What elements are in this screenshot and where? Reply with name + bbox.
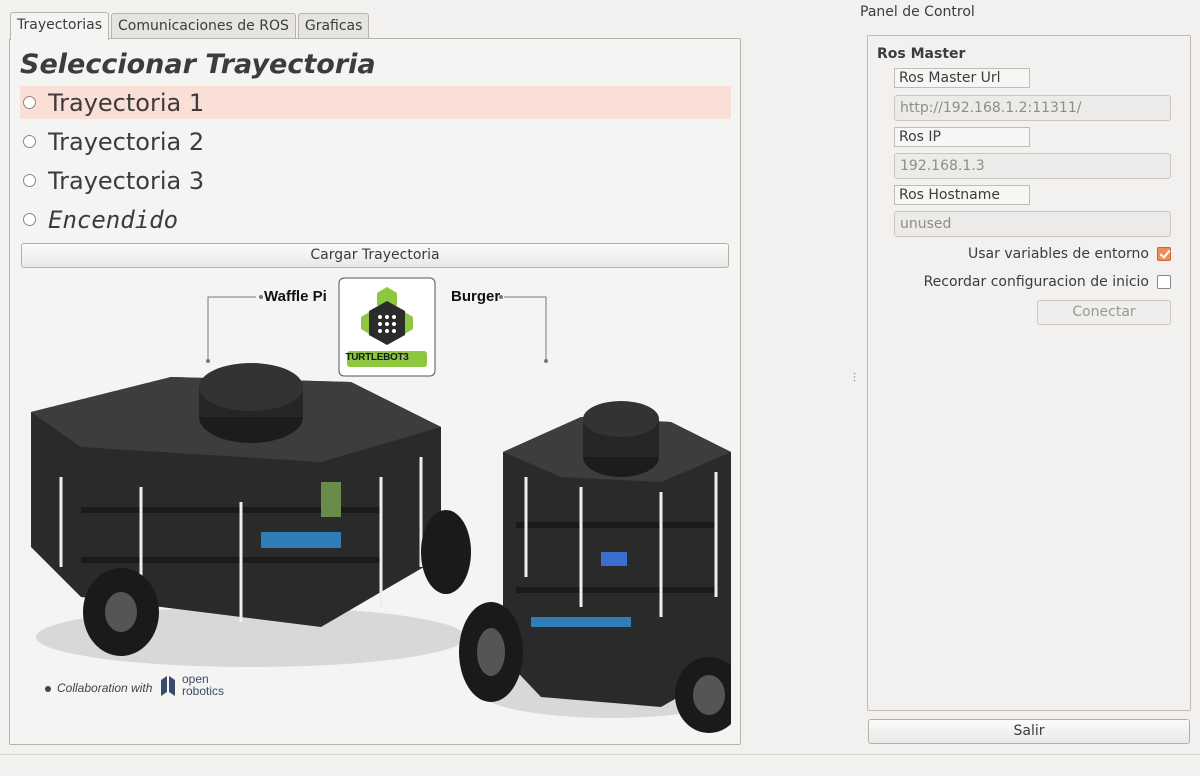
radio-button[interactable]	[23, 213, 36, 226]
radio-trayectoria-3[interactable]: Trayectoria 3	[20, 164, 731, 197]
radio-label: Trayectoria 2	[48, 127, 205, 156]
master-url-label: Ros Master Url	[894, 68, 1030, 88]
hostname-field[interactable]: unused	[894, 211, 1171, 237]
tab-bar: Trayectorias Comunicaciones de ROS Grafi…	[10, 12, 371, 40]
use-env-row[interactable]: Usar variables de entorno	[968, 244, 1171, 264]
panel-title: Panel de Control	[860, 4, 975, 20]
radio-button[interactable]	[23, 135, 36, 148]
page-title: Seleccionar Trayectoria	[20, 49, 376, 80]
radio-label: Trayectoria 1	[48, 88, 205, 117]
burger-label: Burger	[451, 288, 501, 305]
cargar-trayectoria-button[interactable]: Cargar Trayectoria	[21, 243, 729, 268]
trayectorias-panel: Seleccionar Trayectoria Trayectoria 1 Tr…	[9, 38, 743, 745]
tab-graficas[interactable]: Graficas	[297, 13, 370, 40]
radio-trayectoria-1[interactable]: Trayectoria 1	[20, 86, 731, 119]
radio-label: Encendido	[48, 205, 179, 234]
remember-row[interactable]: Recordar configuracion de inicio	[924, 272, 1171, 292]
open-robotics-text: open robotics	[182, 673, 224, 697]
use-env-checkbox[interactable]	[1157, 247, 1171, 261]
open-robotics-bottom: robotics	[182, 684, 225, 698]
tab-comunicaciones-ros[interactable]: Comunicaciones de ROS	[111, 13, 296, 40]
hostname-label: Ros Hostname	[894, 185, 1030, 205]
master-url-field[interactable]: http://192.168.1.2:11311/	[894, 95, 1171, 121]
waffle-pi-label: Waffle Pi	[264, 288, 327, 305]
use-env-label: Usar variables de entorno	[968, 246, 1149, 262]
ros-ip-label: Ros IP	[894, 127, 1030, 147]
splitter-handle-icon[interactable]	[853, 372, 856, 382]
group-title: Ros Master	[877, 46, 966, 62]
radio-encendido[interactable]: Encendido	[20, 203, 731, 236]
status-bar-divider	[0, 754, 1200, 755]
turtlebot-image: Waffle Pi Burger TURTLEBOT3 Collaboratio…	[21, 277, 743, 737]
salir-button[interactable]: Salir	[868, 719, 1190, 744]
remember-checkbox[interactable]	[1157, 275, 1171, 289]
radio-trayectoria-2[interactable]: Trayectoria 2	[20, 125, 731, 158]
burger-robot	[459, 401, 743, 733]
waffle-pi-robot	[31, 363, 471, 667]
turtlebot-illustration	[31, 277, 743, 733]
radio-button[interactable]	[23, 96, 36, 109]
turtlebot-logo-text: TURTLEBOT3	[345, 352, 409, 363]
collab-text: Collaboration with	[57, 681, 153, 695]
tab-trayectorias[interactable]: Trayectorias	[10, 12, 109, 40]
radio-label: Trayectoria 3	[48, 166, 205, 195]
ros-ip-field[interactable]: 192.168.1.3	[894, 153, 1171, 179]
conectar-button[interactable]: Conectar	[1037, 300, 1171, 325]
radio-button[interactable]	[23, 174, 36, 187]
remember-label: Recordar configuracion de inicio	[923, 274, 1149, 290]
open-robotics-logo-icon	[161, 676, 175, 696]
